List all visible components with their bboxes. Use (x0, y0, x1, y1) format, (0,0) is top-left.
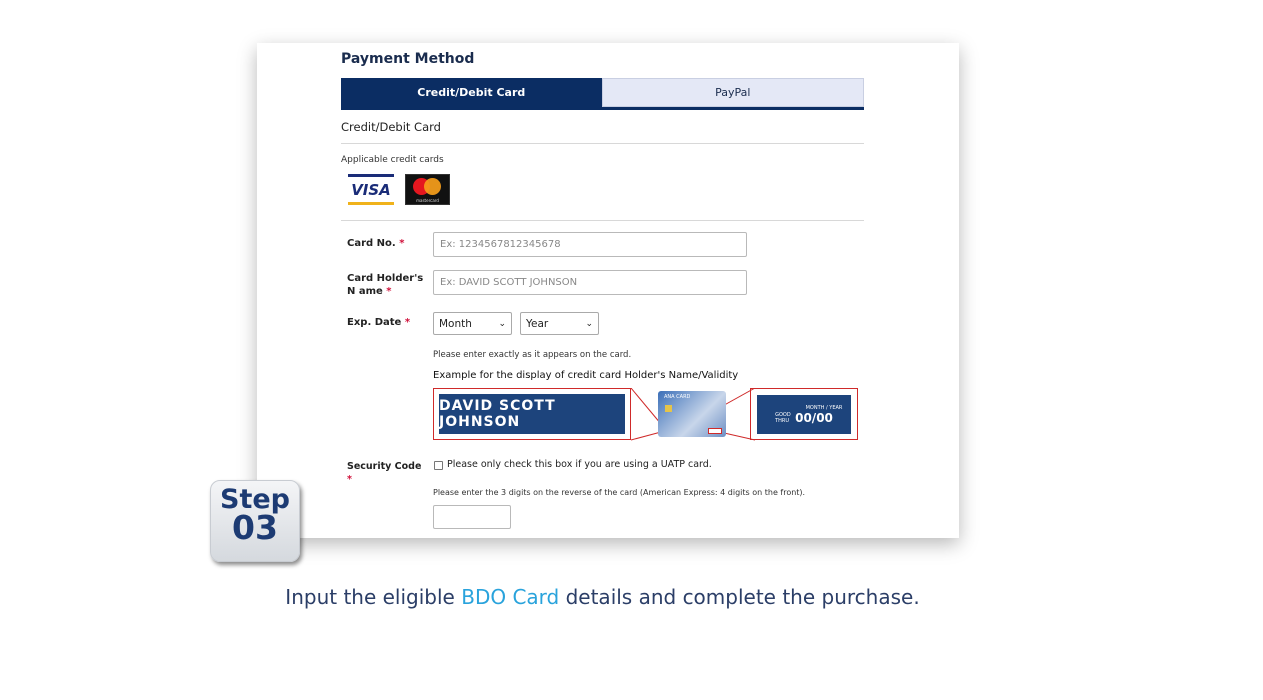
payment-panel: Payment Method Credit/Debit Card PayPal … (257, 43, 959, 538)
divider (341, 143, 864, 144)
card-illustration: ANA CARD (658, 391, 726, 437)
card-number-input[interactable]: Ex: 1234567812345678 (433, 232, 747, 257)
card-holder-label: Card Holder's N ame * (347, 273, 424, 297)
tab-credit-debit-card[interactable]: Credit/Debit Card (341, 78, 602, 107)
tab-paypal[interactable]: PayPal (601, 78, 864, 107)
page-title: Payment Method (341, 51, 475, 67)
card-holder-input[interactable]: Ex: DAVID SCOTT JOHNSON (433, 270, 747, 295)
validity-example: MONTH / YEAR GOOD THRU 00/00 (757, 395, 851, 434)
example-title: Example for the display of credit card H… (433, 370, 739, 381)
exp-date-label: Exp. Date * (347, 317, 411, 328)
card-no-label: Card No. * (347, 238, 405, 249)
visa-logo: VISA (348, 174, 394, 205)
chevron-down-icon: ⌄ (498, 318, 506, 329)
mastercard-logo: mastercard (405, 174, 450, 205)
step-badge: Step 03 (210, 480, 300, 562)
uatp-checkbox-label[interactable]: Please only check this box if you are us… (447, 459, 712, 470)
security-code-input[interactable] (433, 505, 511, 529)
divider (341, 220, 864, 221)
exact-note: Please enter exactly as it appears on th… (433, 350, 632, 360)
applicable-label: Applicable credit cards (341, 155, 444, 165)
security-hint: Please enter the 3 digits on the reverse… (433, 488, 806, 497)
month-select[interactable]: Month ⌄ (433, 312, 512, 335)
year-select[interactable]: Year ⌄ (520, 312, 599, 335)
validity-example-frame: MONTH / YEAR GOOD THRU 00/00 (750, 388, 858, 440)
uatp-checkbox[interactable] (434, 461, 443, 470)
caption: Input the eligible BDO Card details and … (285, 585, 920, 609)
security-code-label: Security Code * (347, 461, 422, 485)
name-example: DAVID SCOTT JOHNSON (439, 394, 625, 434)
payment-tabs: Credit/Debit Card PayPal (341, 78, 864, 110)
name-example-frame: DAVID SCOTT JOHNSON (433, 388, 631, 440)
bdo-card-highlight: BDO Card (461, 585, 560, 609)
chevron-down-icon: ⌄ (585, 318, 593, 329)
section-title: Credit/Debit Card (341, 120, 441, 134)
